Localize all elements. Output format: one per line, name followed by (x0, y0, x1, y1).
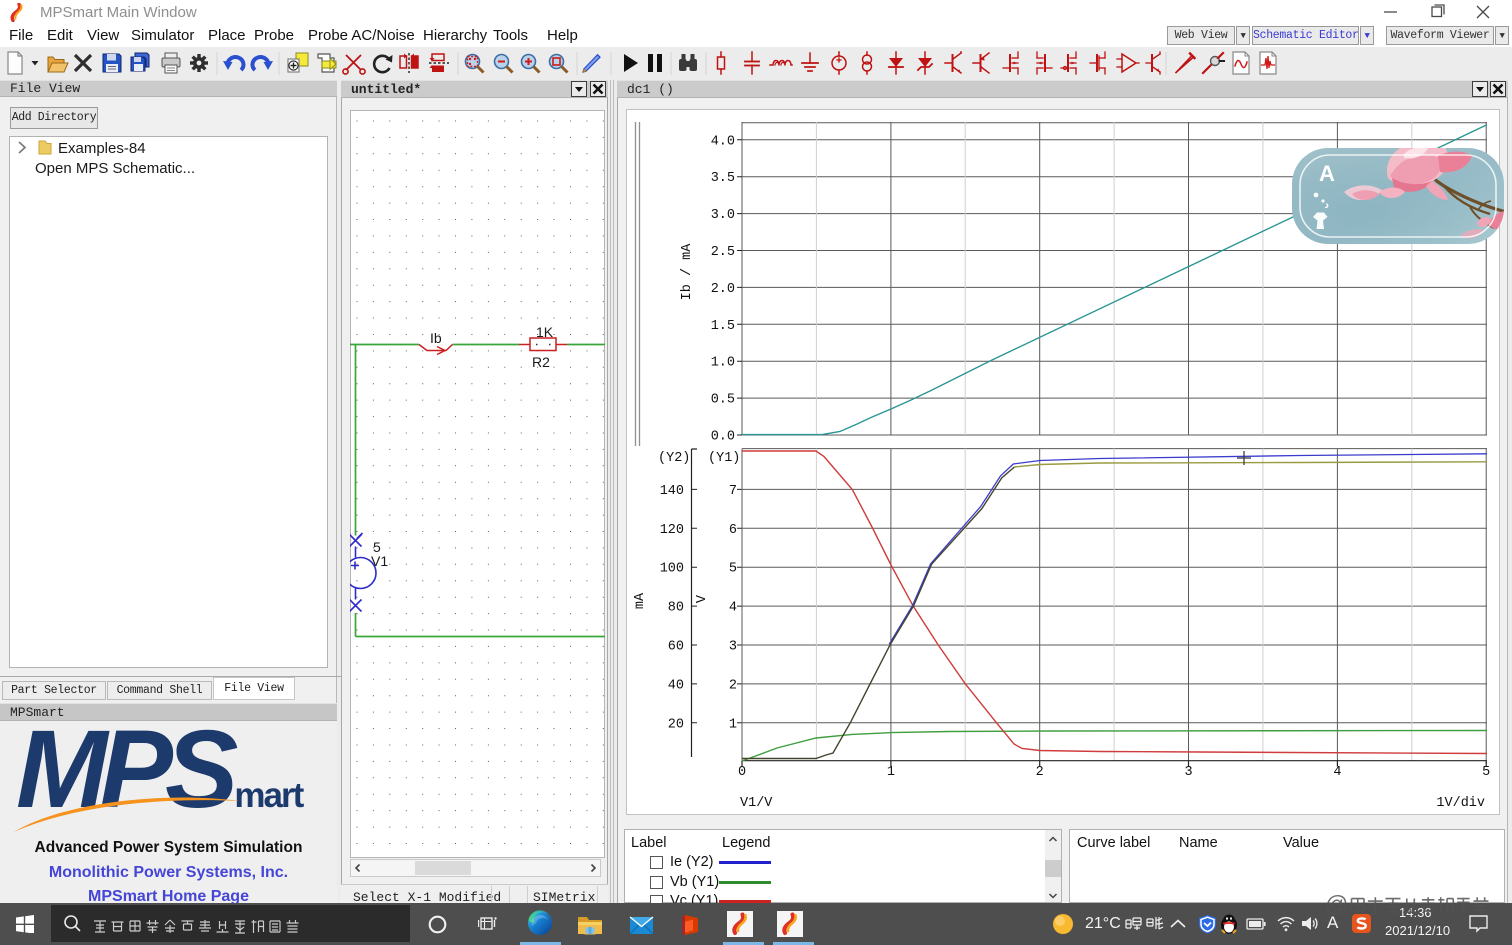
svg-text:5: 5 (1482, 765, 1490, 780)
svg-text:1: 1 (887, 765, 895, 780)
svg-text:1V/div: 1V/div (1436, 796, 1485, 811)
svg-text:3.0: 3.0 (711, 208, 735, 223)
svg-text:4: 4 (1333, 765, 1341, 780)
svg-text:3: 3 (729, 640, 737, 655)
svg-text:60: 60 (668, 640, 684, 655)
svg-text:1: 1 (729, 717, 737, 732)
svg-text:(Y1): (Y1) (708, 451, 740, 466)
svg-text:6: 6 (729, 523, 737, 538)
svg-text:A: A (1319, 161, 1335, 186)
svg-text:4: 4 (729, 601, 737, 616)
svg-text:V: V (695, 594, 710, 603)
svg-text:V1/V: V1/V (740, 796, 773, 811)
svg-text:40: 40 (668, 678, 684, 693)
svg-text:100: 100 (660, 562, 684, 577)
svg-text:3: 3 (1184, 765, 1192, 780)
svg-text:0.5: 0.5 (711, 393, 735, 408)
svg-text:120: 120 (660, 523, 684, 538)
svg-text:4.0: 4.0 (711, 134, 735, 149)
svg-text:0.0: 0.0 (711, 430, 735, 445)
svg-text:7: 7 (729, 484, 737, 499)
svg-text:mA: mA (633, 592, 648, 609)
svg-text:2: 2 (729, 678, 737, 693)
svg-text:2.0: 2.0 (711, 282, 735, 297)
svg-text:(Y2): (Y2) (658, 451, 690, 466)
svg-text:20: 20 (668, 717, 684, 732)
svg-text:80: 80 (668, 601, 684, 616)
svg-text:Ib / mA: Ib / mA (680, 243, 695, 301)
svg-text:0: 0 (738, 765, 746, 780)
svg-text:1.5: 1.5 (711, 319, 735, 334)
svg-text:140: 140 (660, 484, 684, 499)
svg-text:1.0: 1.0 (711, 356, 735, 371)
svg-text:5: 5 (729, 562, 737, 577)
svg-text:2: 2 (1036, 765, 1044, 780)
svg-text:@: @ (1325, 892, 1348, 917)
svg-text:2.5: 2.5 (711, 245, 735, 260)
svg-text:3.5: 3.5 (711, 171, 735, 186)
